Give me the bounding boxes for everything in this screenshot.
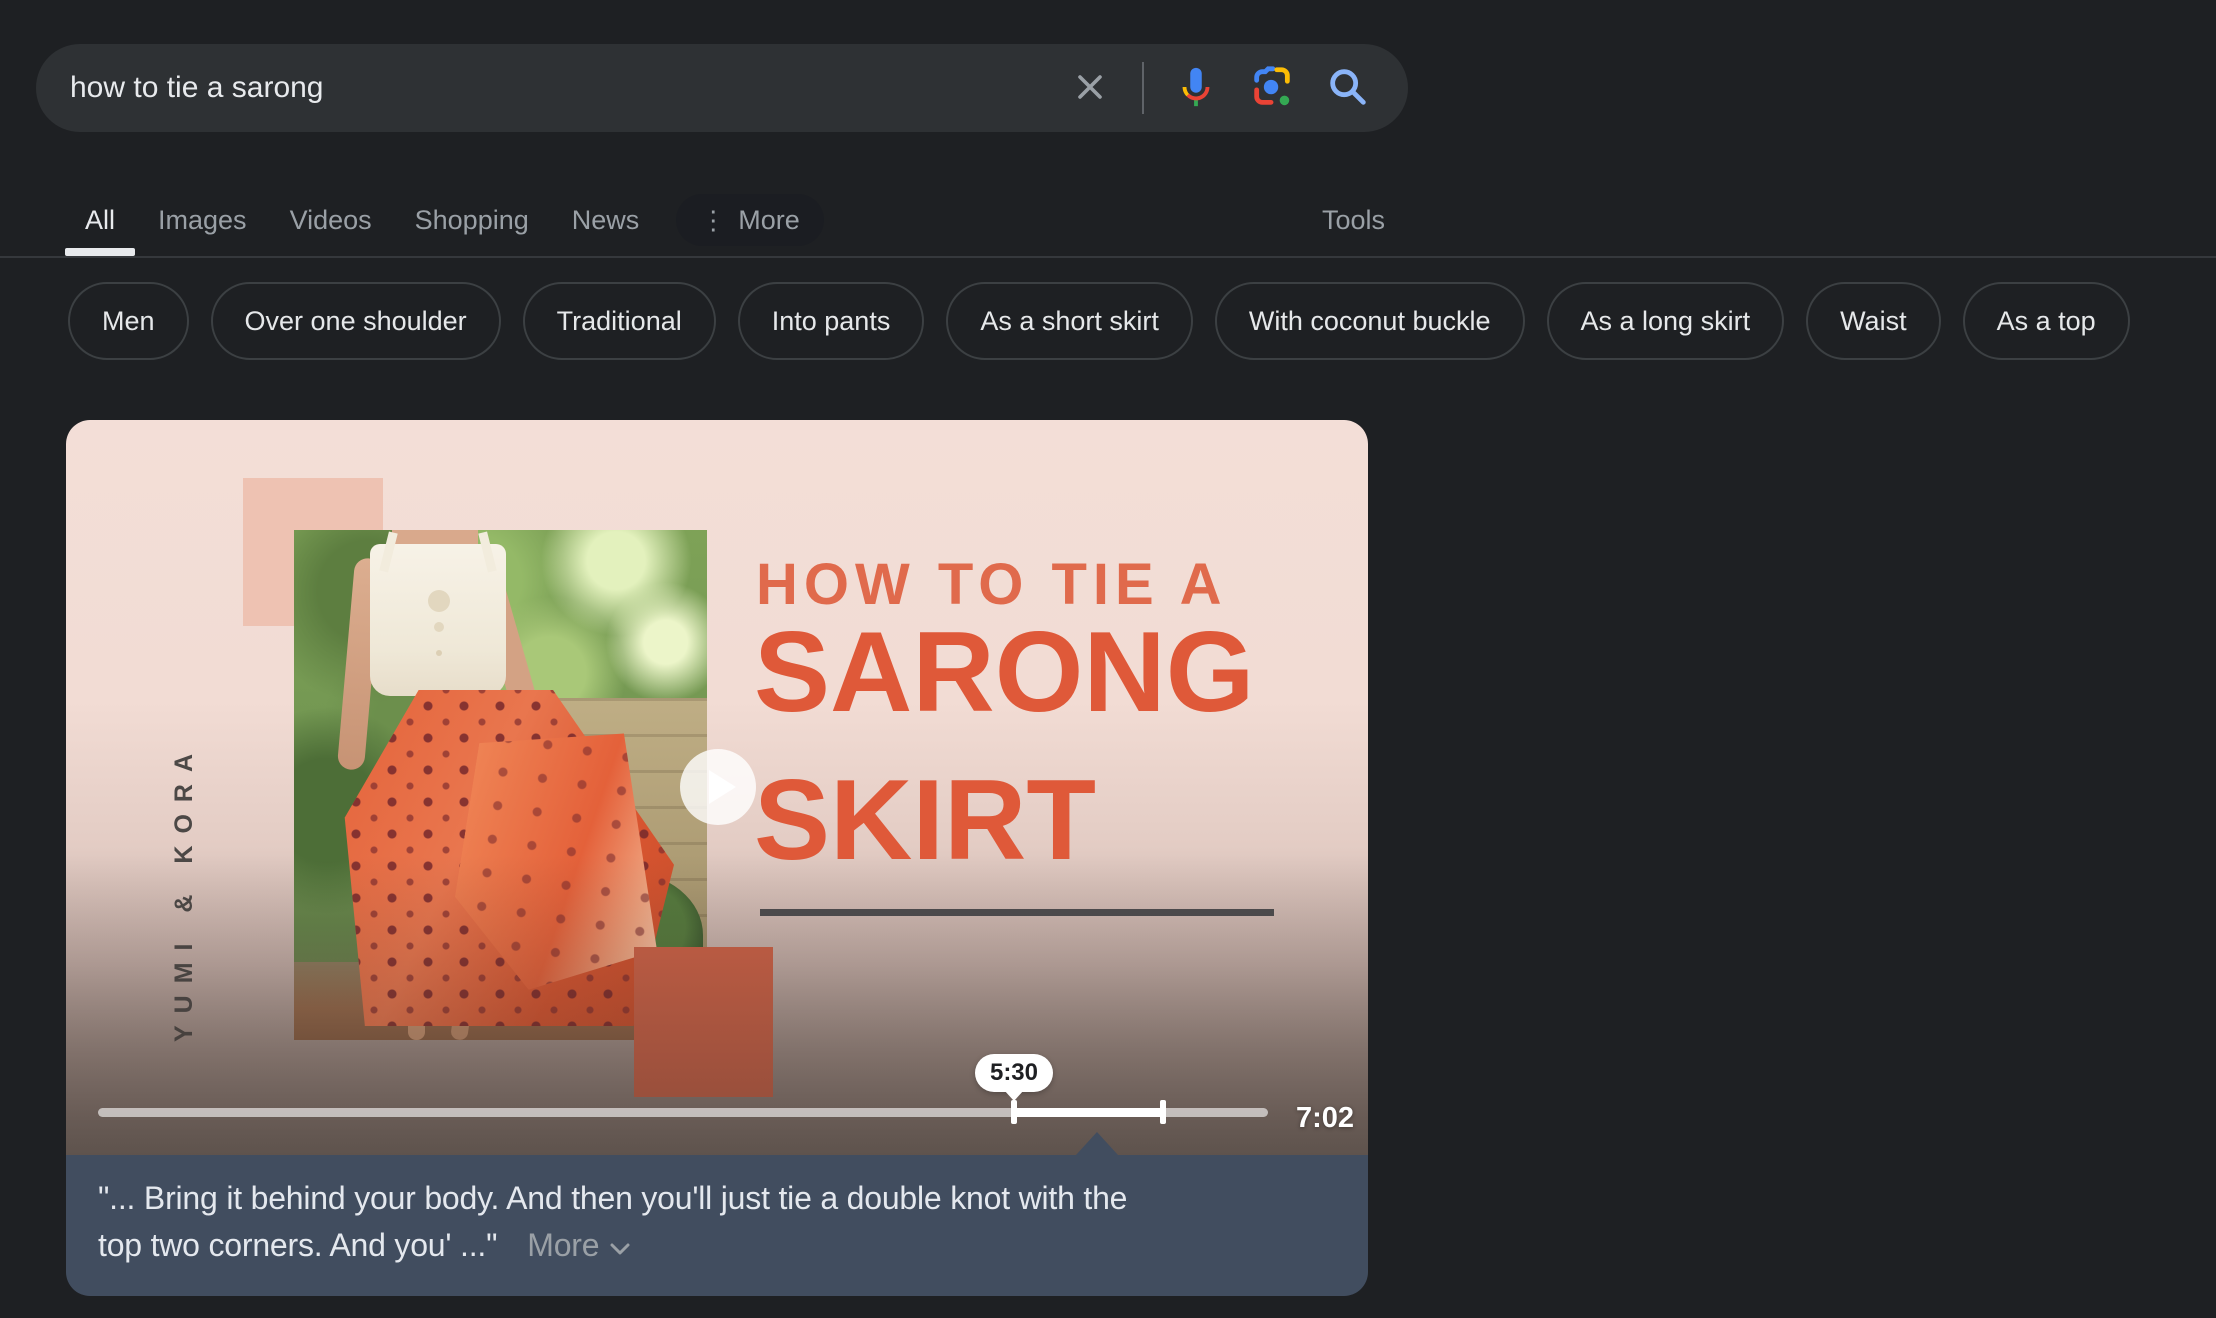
video-thumbnail[interactable]: YUMI & KORA HOW TO TIE A SARONG SKIRT 5:… bbox=[66, 420, 1368, 1155]
tab-all[interactable]: All bbox=[65, 184, 135, 256]
tab-more[interactable]: ⋮ More bbox=[676, 194, 824, 246]
video-duration: 7:02 bbox=[1296, 1102, 1354, 1135]
chip-men[interactable]: Men bbox=[68, 282, 189, 360]
chip-into-pants[interactable]: Into pants bbox=[738, 282, 925, 360]
play-icon bbox=[709, 770, 736, 804]
search-submit-button[interactable] bbox=[1324, 64, 1372, 112]
photo-top-strap bbox=[379, 532, 397, 573]
lens-camera-icon bbox=[1249, 64, 1295, 113]
search-input[interactable] bbox=[36, 71, 1066, 105]
search-bar-icons bbox=[1066, 62, 1408, 114]
clear-search-button[interactable] bbox=[1066, 64, 1114, 112]
tab-images[interactable]: Images bbox=[138, 184, 267, 256]
caption-line-1: "... Bring it behind your body. And then… bbox=[98, 1175, 1332, 1222]
tabs-divider-line bbox=[0, 256, 2216, 258]
voice-search-button[interactable] bbox=[1172, 64, 1220, 112]
lens-search-button[interactable] bbox=[1248, 64, 1296, 112]
tab-news[interactable]: News bbox=[552, 184, 660, 256]
timestamp-bubble-tail bbox=[1004, 1090, 1024, 1101]
mic-icon bbox=[1173, 64, 1219, 113]
chip-over-one-shoulder[interactable]: Over one shoulder bbox=[211, 282, 501, 360]
tab-more-label: More bbox=[738, 205, 800, 236]
search-bar-divider bbox=[1142, 62, 1144, 114]
video-result-card[interactable]: YUMI & KORA HOW TO TIE A SARONG SKIRT 5:… bbox=[66, 420, 1368, 1296]
search-magnifier-icon bbox=[1325, 64, 1371, 113]
search-bar bbox=[36, 44, 1408, 132]
thumbnail-title-line2: SARONG bbox=[754, 616, 1254, 730]
caption-pointer-triangle bbox=[1076, 1132, 1118, 1155]
results-tabs: All Images Videos Shopping News ⋮ More T… bbox=[65, 184, 1405, 256]
play-button[interactable] bbox=[680, 749, 756, 825]
tab-videos[interactable]: Videos bbox=[270, 184, 392, 256]
photo-woman-top bbox=[370, 544, 506, 696]
chip-as-a-long-skirt[interactable]: As a long skirt bbox=[1547, 282, 1785, 360]
photo-top-tie bbox=[428, 590, 450, 612]
clip-end-tick bbox=[1160, 1100, 1166, 1124]
thumbnail-title-line1: HOW TO TIE A bbox=[756, 556, 1228, 614]
clear-x-icon bbox=[1070, 67, 1110, 110]
chip-as-a-short-skirt[interactable]: As a short skirt bbox=[946, 282, 1193, 360]
tab-tools[interactable]: Tools bbox=[1302, 184, 1405, 256]
chevron-down-icon bbox=[609, 1222, 631, 1269]
vertical-dots-icon: ⋮ bbox=[700, 207, 726, 233]
chip-as-a-top[interactable]: As a top bbox=[1963, 282, 2130, 360]
chip-traditional[interactable]: Traditional bbox=[523, 282, 716, 360]
timestamp-bubble-text: 5:30 bbox=[990, 1059, 1038, 1087]
video-clip-segment bbox=[1014, 1108, 1166, 1117]
chip-waist[interactable]: Waist bbox=[1806, 282, 1941, 360]
caption-more-link[interactable]: More bbox=[527, 1227, 631, 1263]
timestamp-bubble: 5:30 bbox=[975, 1054, 1053, 1092]
caption-line-2-wrap: top two corners. And you' ..." More bbox=[98, 1222, 1332, 1269]
photo-top-strap bbox=[478, 532, 496, 573]
video-caption-bar: "... Bring it behind your body. And then… bbox=[66, 1155, 1368, 1296]
tab-shopping[interactable]: Shopping bbox=[395, 184, 549, 256]
chip-with-coconut-buckle[interactable]: With coconut buckle bbox=[1215, 282, 1525, 360]
filter-chips: Men Over one shoulder Traditional Into p… bbox=[68, 282, 2130, 360]
clip-start-tick bbox=[1011, 1100, 1017, 1124]
caption-more-label: More bbox=[527, 1227, 599, 1263]
caption-line-2: top two corners. And you' ..." bbox=[98, 1227, 497, 1263]
